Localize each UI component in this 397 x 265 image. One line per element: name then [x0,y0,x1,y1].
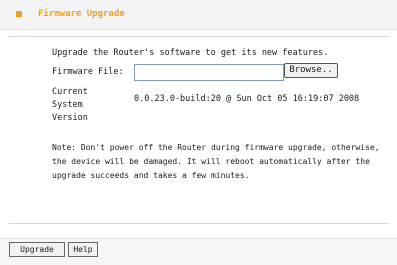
help-button[interactable]: Help [68,242,98,257]
upgrade-button[interactable]: Upgrade [9,242,65,257]
note-text: Note: Don't power off the Router during … [52,143,380,180]
current-version-value: 0.0.23.0-build:20 @ Sun Oct 05 16:19:07 … [134,94,360,104]
firmware-file-label: Firmware File: [52,67,124,77]
browse-button[interactable]: Browse.. [284,63,338,78]
firmware-file-input[interactable] [134,64,284,81]
current-version-label: Current System Version [52,87,88,123]
title-bar: Firmware Upgrade [0,0,397,30]
page-title: Firmware Upgrade [38,9,125,19]
intro-text: Upgrade the Router's software to get its… [52,48,329,58]
firmware-upgrade-page: Firmware Upgrade Upgrade the Router's so… [0,0,397,265]
title-marker [16,11,22,17]
